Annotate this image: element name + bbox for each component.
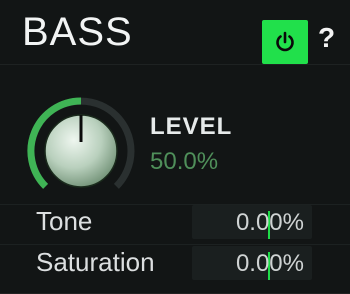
power-icon (276, 31, 294, 52)
saturation-slider[interactable]: 0.00% (192, 246, 312, 280)
power-button[interactable] (262, 20, 308, 64)
bass-panel: BASS ? LEVEL 50.0% Tone 0.00% Saturation… (0, 0, 350, 294)
tone-label: Tone (36, 206, 93, 236)
panel-title: BASS (22, 10, 133, 54)
help-button[interactable]: ? (318, 22, 335, 54)
saturation-value: 0.00% (235, 250, 304, 277)
level-value: 50.0% (150, 148, 219, 175)
saturation-label: Saturation (36, 247, 155, 277)
level-knob[interactable] (26, 96, 136, 206)
tone-value: 0.00% (235, 209, 304, 236)
panel-header: BASS ? (0, 0, 350, 65)
tone-slider[interactable]: 0.00% (192, 205, 312, 239)
level-label: LEVEL (150, 113, 233, 140)
divider (0, 244, 350, 245)
